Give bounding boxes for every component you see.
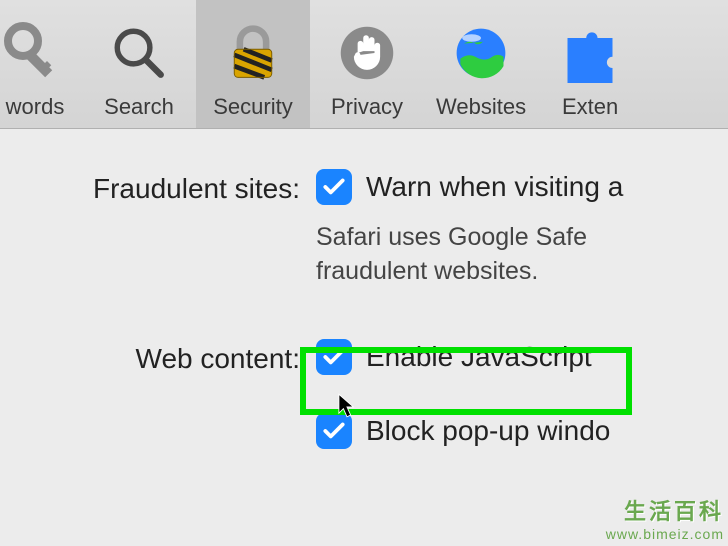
checkbox-checked-icon[interactable] (316, 413, 352, 449)
toolbar-item-passwords[interactable]: words (0, 0, 82, 128)
watermark-url: www.bimeiz.com (606, 526, 724, 542)
fraudulent-subtext: Safari uses Google Safe fraudulent websi… (316, 221, 623, 289)
enable-javascript-line[interactable]: Enable JavaScript (316, 339, 610, 375)
preferences-toolbar: words Search Security (0, 0, 728, 129)
toolbar-item-security[interactable]: Security (196, 0, 310, 128)
web-content-row: Web content: Enable JavaScript Block pop… (0, 339, 728, 449)
checkbox-checked-icon[interactable] (316, 169, 352, 205)
toolbar-label: Security (213, 94, 292, 120)
warn-label: Warn when visiting a (366, 171, 623, 203)
block-popups-label: Block pop-up windo (366, 415, 610, 447)
toolbar-item-extensions[interactable]: Exten (538, 0, 642, 128)
fraudulent-sites-label: Fraudulent sites: (0, 169, 316, 205)
toolbar-label: Privacy (331, 94, 403, 120)
toolbar-label: words (6, 94, 65, 120)
watermark-zh: 生活百科 (606, 494, 724, 526)
hand-icon (332, 18, 402, 88)
warn-checkbox-line[interactable]: Warn when visiting a (316, 169, 623, 205)
toolbar-item-search[interactable]: Search (82, 0, 196, 128)
enable-javascript-label: Enable JavaScript (366, 341, 592, 373)
toolbar-item-privacy[interactable]: Privacy (310, 0, 424, 128)
checkbox-checked-icon[interactable] (316, 339, 352, 375)
search-icon (104, 18, 174, 88)
watermark: 生活百科 www.bimeiz.com (606, 494, 724, 542)
fraudulent-sites-row: Fraudulent sites: Warn when visiting a S… (0, 169, 728, 289)
security-pane: Fraudulent sites: Warn when visiting a S… (0, 129, 728, 546)
block-popups-line[interactable]: Block pop-up windo (316, 413, 610, 449)
toolbar-label: Websites (436, 94, 526, 120)
toolbar-label: Exten (562, 94, 618, 120)
toolbar-label: Search (104, 94, 174, 120)
key-icon (0, 18, 70, 88)
globe-icon (446, 18, 516, 88)
lock-icon (218, 18, 288, 88)
web-content-label: Web content: (0, 339, 316, 375)
toolbar-item-websites[interactable]: Websites (424, 0, 538, 128)
puzzle-icon (555, 18, 625, 88)
